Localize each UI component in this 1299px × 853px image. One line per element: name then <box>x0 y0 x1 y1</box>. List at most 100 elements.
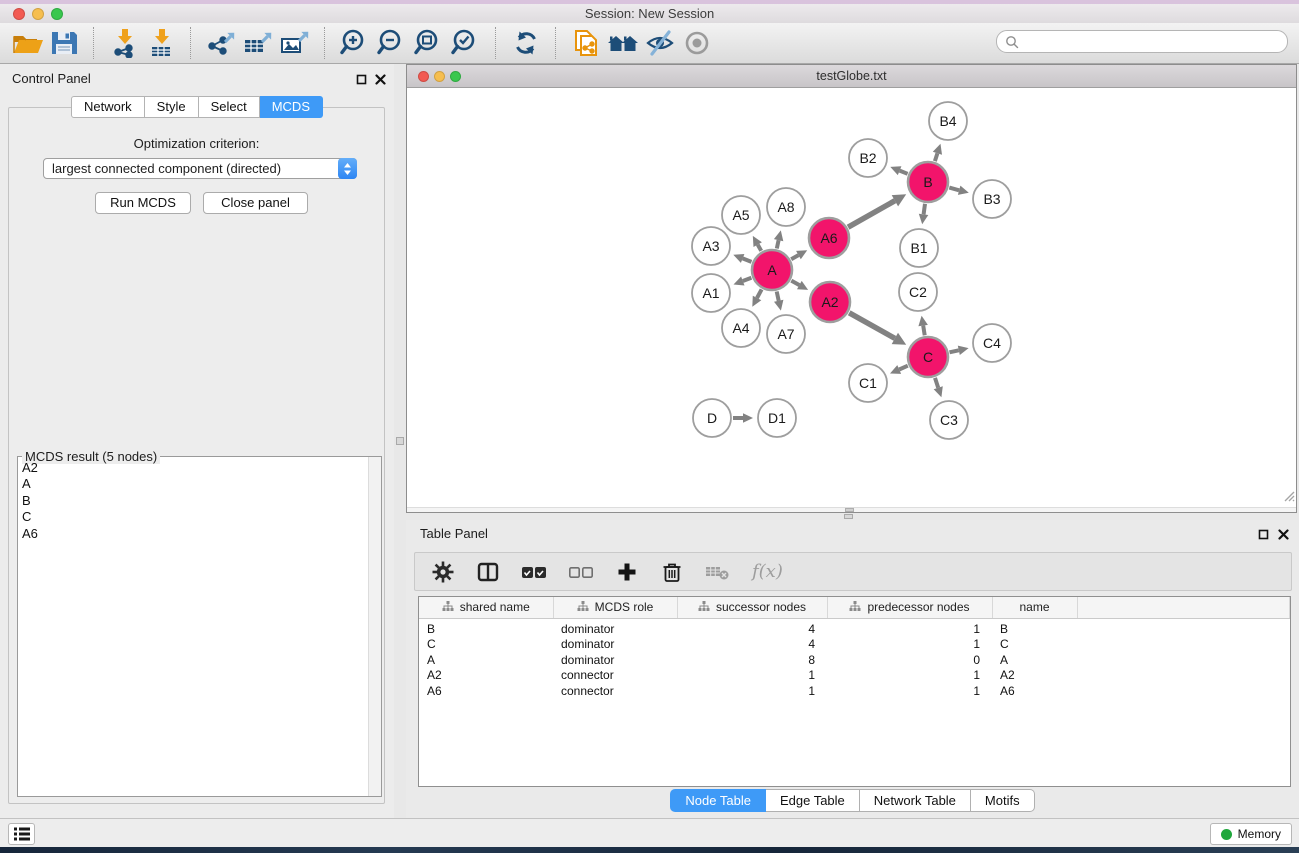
graph-node-D[interactable]: D <box>693 399 731 437</box>
import-network-icon[interactable] <box>105 27 142 59</box>
graph-node-C2[interactable]: C2 <box>899 273 937 311</box>
edge-A-A6[interactable] <box>791 250 807 259</box>
table-tab-node-table[interactable]: Node Table <box>670 789 766 812</box>
table-cell[interactable]: 1 <box>827 668 992 684</box>
table-cell[interactable]: 8 <box>677 653 827 669</box>
zoom-window-button[interactable] <box>51 8 63 20</box>
network-zoom-button[interactable] <box>450 71 461 82</box>
table-cell[interactable]: C <box>992 637 1077 653</box>
edge-A6-B[interactable] <box>848 194 906 227</box>
edge-A-A5[interactable] <box>753 236 762 251</box>
table-cell[interactable]: A6 <box>419 684 553 700</box>
network-canvas[interactable]: AA1A2A3A4A5A6A7A8BB1B2B3B4CC1C2C3C4DD1 <box>407 88 1296 512</box>
network-graph[interactable]: AA1A2A3A4A5A6A7A8BB1B2B3B4CC1C2C3C4DD1 <box>407 88 1296 512</box>
edge-C-C3[interactable] <box>934 378 943 397</box>
table-tab-edge-table[interactable]: Edge Table <box>766 789 860 812</box>
mcds-result-item[interactable]: B <box>22 493 381 509</box>
export-image-icon[interactable] <box>276 27 313 59</box>
graph-node-A7[interactable]: A7 <box>767 315 805 353</box>
network-hscroll-handle[interactable] <box>845 508 854 512</box>
table-cell[interactable]: connector <box>553 668 677 684</box>
close-panel-button[interactable]: Close panel <box>203 192 308 214</box>
deselect-all-icon[interactable] <box>568 563 594 581</box>
table-row[interactable]: Bdominator41B <box>419 618 1290 637</box>
graph-node-A5[interactable]: A5 <box>722 196 760 234</box>
export-table-icon[interactable] <box>239 27 276 59</box>
graph-node-A4[interactable]: A4 <box>722 309 760 347</box>
graph-node-C1[interactable]: C1 <box>849 364 887 402</box>
mcds-result-item[interactable]: C <box>22 509 381 525</box>
zoom-fit-icon[interactable] <box>410 27 447 59</box>
table-cell[interactable]: 1 <box>677 668 827 684</box>
edge-A-A1[interactable] <box>734 277 752 286</box>
table-cell[interactable]: 1 <box>677 684 827 700</box>
tab-style[interactable]: Style <box>145 96 199 118</box>
table-cell[interactable]: A2 <box>419 668 553 684</box>
table-cell[interactable]: 4 <box>677 618 827 637</box>
tab-mcds[interactable]: MCDS <box>260 96 323 118</box>
table-settings-gear-icon[interactable] <box>431 560 455 584</box>
graph-node-A3[interactable]: A3 <box>692 227 730 265</box>
table-cell[interactable]: B <box>419 618 553 637</box>
mcds-result-item[interactable]: A2 <box>22 460 381 476</box>
table-cell[interactable]: A6 <box>992 684 1077 700</box>
mcds-result-item[interactable]: A6 <box>22 526 381 542</box>
network-window-titlebar[interactable]: testGlobe.txt <box>407 65 1296 88</box>
graph-node-B2[interactable]: B2 <box>849 139 887 177</box>
home-icon[interactable] <box>604 27 641 59</box>
edge-C-C4[interactable] <box>950 346 969 355</box>
close-window-button[interactable] <box>13 8 25 20</box>
save-session-icon[interactable] <box>45 27 82 59</box>
edge-B-B2[interactable] <box>890 166 907 175</box>
optimization-dropdown[interactable]: largest connected component (directed) <box>43 158 357 179</box>
hide-panel-eye-icon[interactable] <box>641 27 678 59</box>
network-minimize-button[interactable] <box>434 71 445 82</box>
task-history-button[interactable] <box>8 823 35 845</box>
divider-handle[interactable] <box>396 437 404 445</box>
import-table-icon[interactable] <box>142 27 179 59</box>
table-cell[interactable]: dominator <box>553 618 677 637</box>
mcds-result-item[interactable]: A <box>22 476 381 492</box>
column-header-predecessor-nodes[interactable]: predecessor nodes <box>827 597 992 618</box>
table-row[interactable]: A2connector11A2 <box>419 668 1290 684</box>
column-header-shared-name[interactable]: shared name <box>419 597 553 618</box>
zoom-selected-icon[interactable] <box>447 27 484 59</box>
table-cell[interactable]: C <box>419 637 553 653</box>
close-panel-icon[interactable] <box>375 73 386 88</box>
horizontal-split-divider[interactable] <box>406 513 1299 520</box>
table-tab-motifs[interactable]: Motifs <box>971 789 1035 812</box>
add-column-icon[interactable] <box>615 560 639 584</box>
edge-A-A4[interactable] <box>752 289 761 306</box>
graph-node-D1[interactable]: D1 <box>758 399 796 437</box>
table-header-row[interactable]: shared nameMCDS rolesuccessor nodesprede… <box>419 597 1290 618</box>
refresh-layout-icon[interactable] <box>507 27 544 59</box>
open-session-icon[interactable] <box>8 27 45 59</box>
vertical-split-divider[interactable] <box>394 64 406 818</box>
divider-handle[interactable] <box>844 514 853 519</box>
graph-node-B3[interactable]: B3 <box>973 180 1011 218</box>
node-table[interactable]: shared nameMCDS rolesuccessor nodesprede… <box>418 596 1291 787</box>
search-input[interactable] <box>1024 35 1279 49</box>
graph-node-A8[interactable]: A8 <box>767 188 805 226</box>
show-panel-eye-icon[interactable] <box>678 27 715 59</box>
column-header-name[interactable]: name <box>992 597 1077 618</box>
column-header-successor-nodes[interactable]: successor nodes <box>677 597 827 618</box>
edge-A-A3[interactable] <box>733 254 751 263</box>
tab-network[interactable]: Network <box>71 96 145 118</box>
memory-button[interactable]: Memory <box>1210 823 1292 845</box>
edge-D-D1[interactable] <box>733 413 753 423</box>
zoom-in-icon[interactable] <box>336 27 373 59</box>
table-cell[interactable]: A2 <box>992 668 1077 684</box>
table-cell[interactable]: 1 <box>827 684 992 700</box>
edge-B-B4[interactable] <box>933 144 942 161</box>
table-cell[interactable]: A <box>992 653 1077 669</box>
edge-C-C1[interactable] <box>890 365 908 374</box>
graph-node-A6[interactable]: A6 <box>809 218 849 258</box>
tab-select[interactable]: Select <box>199 96 260 118</box>
table-cell[interactable]: 4 <box>677 637 827 653</box>
float-panel-icon[interactable] <box>1258 528 1269 543</box>
edge-A-A8[interactable] <box>774 230 783 248</box>
float-panel-icon[interactable] <box>356 73 367 88</box>
network-close-button[interactable] <box>418 71 429 82</box>
table-tab-network-table[interactable]: Network Table <box>860 789 971 812</box>
